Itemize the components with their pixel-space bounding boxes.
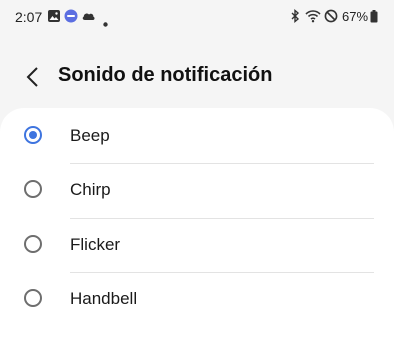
back-button[interactable] <box>20 64 46 90</box>
bluetooth-icon <box>290 9 300 28</box>
option-label: Beep <box>70 126 110 145</box>
battery-percentage: 67% <box>342 9 369 24</box>
dot-icon <box>103 14 108 32</box>
option-row-chirp[interactable]: Chirp <box>0 164 394 218</box>
do-not-disturb-icon <box>324 9 338 28</box>
app-notification-icon <box>64 9 78 28</box>
app-header: Sonido de notificación <box>0 48 394 106</box>
option-row-beep[interactable]: Beep <box>0 110 394 164</box>
radio-button-selected[interactable] <box>24 126 42 144</box>
page-title: Sonido de notificación <box>58 64 273 86</box>
radio-button[interactable] <box>24 289 42 307</box>
cloud-icon <box>81 9 96 27</box>
gallery-icon <box>47 9 61 28</box>
battery-icon <box>370 10 378 28</box>
option-label: Handbell <box>70 289 138 308</box>
back-chevron-icon <box>26 67 38 87</box>
option-row-handbell[interactable]: Handbell <box>0 273 394 327</box>
status-bar: 2:07 67% <box>0 0 394 34</box>
radio-button[interactable] <box>24 180 42 198</box>
status-time: 2:07 <box>15 9 43 25</box>
option-row-flicker[interactable]: Flicker <box>0 219 394 273</box>
radio-button[interactable] <box>24 235 42 253</box>
option-label: Chirp <box>70 180 111 199</box>
option-label: Flicker <box>70 235 121 254</box>
notification-sound-list: Beep Chirp Flicker Handbell <box>0 108 394 338</box>
wifi-icon <box>305 9 321 28</box>
